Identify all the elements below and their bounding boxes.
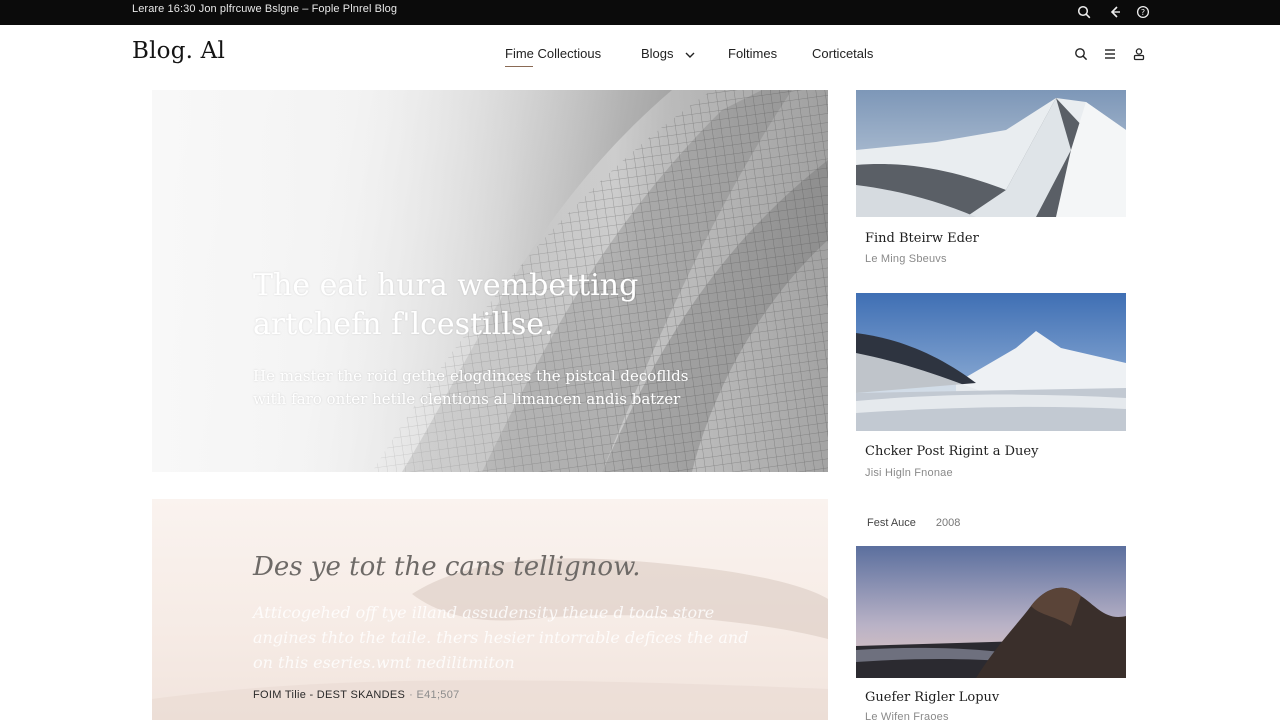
nav-item-label: Blogs [641, 46, 674, 61]
hero-title[interactable]: The eat hura wembetting artchefn f'lcest… [253, 266, 713, 344]
nav-item-blogs[interactable]: Blogs [641, 46, 695, 62]
mountain-image [856, 293, 1126, 431]
rock-landscape-image [856, 546, 1126, 678]
sidebar-card-image[interactable] [856, 293, 1126, 431]
sidebar-card-title[interactable]: Find Bteirw Eder [865, 231, 979, 246]
sidebar-card-title[interactable]: Chcker Post Rigint a Duey [865, 444, 1038, 459]
svg-text:?: ? [1141, 8, 1145, 17]
search-icon[interactable] [1073, 1, 1095, 23]
sidebar-card-image[interactable] [856, 546, 1126, 678]
back-arrow-icon[interactable] [1104, 1, 1126, 23]
user-icon[interactable] [1129, 44, 1149, 64]
topbar-ticker: Lerare 16:30 Jon plfrcuwe Bslgne – Fople… [132, 3, 398, 15]
hero-subtitle: He master the roid gethe elogdinces the … [253, 367, 689, 408]
feature-author: FOIM Tilie - DEST SKANDES [253, 689, 406, 701]
nav-item-corticetals[interactable]: Corticetals [812, 46, 873, 61]
info-icon[interactable]: ? [1132, 1, 1154, 23]
top-bar: Lerare 16:30 Jon plfrcuwe Bslgne – Fople… [0, 0, 1280, 25]
sidebar-card-subtitle: Jisi Higln Fnonae [865, 467, 953, 479]
site-logo[interactable]: Blog. Al [132, 38, 225, 64]
site-header: Blog. Al Fime Collectious Blogs Foltimes… [0, 25, 1280, 87]
hero-article[interactable]: The eat hura wembetting artchefn f'lcest… [152, 90, 828, 472]
feature-title[interactable]: Des ye tot the cans tellignow. [253, 552, 641, 582]
sidebar-meta: Fest Auce 2008 [867, 517, 960, 529]
sidebar-card-subtitle: Le Wifen Fraoes [865, 711, 949, 720]
sidebar-meta-year: 2008 [935, 517, 961, 529]
sidebar-card-title[interactable]: Guefer Rigler Lopuv [865, 690, 999, 705]
nav-item-fime-collectious[interactable]: Fime Collectious [505, 46, 601, 67]
sidebar-card-image[interactable] [856, 90, 1126, 217]
sidebar-meta-label: Fest Auce [867, 517, 916, 529]
menu-icon[interactable] [1100, 44, 1120, 64]
nav-item-foltimes[interactable]: Foltimes [728, 46, 777, 61]
chevron-down-icon [685, 47, 695, 62]
feature-meta: FOIM Tilie - DEST SKANDES · E41;507 [253, 689, 460, 701]
sidebar-card-subtitle: Le Ming Sbeuvs [865, 253, 947, 265]
feature-date: · E41;507 [409, 689, 460, 701]
mountain-image [856, 90, 1126, 217]
feature-article[interactable]: Des ye tot the cans tellignow. Atticogeh… [152, 499, 828, 720]
feature-excerpt: Atticogehed off tye illand assudensity t… [253, 603, 749, 672]
search-icon[interactable] [1071, 44, 1091, 64]
